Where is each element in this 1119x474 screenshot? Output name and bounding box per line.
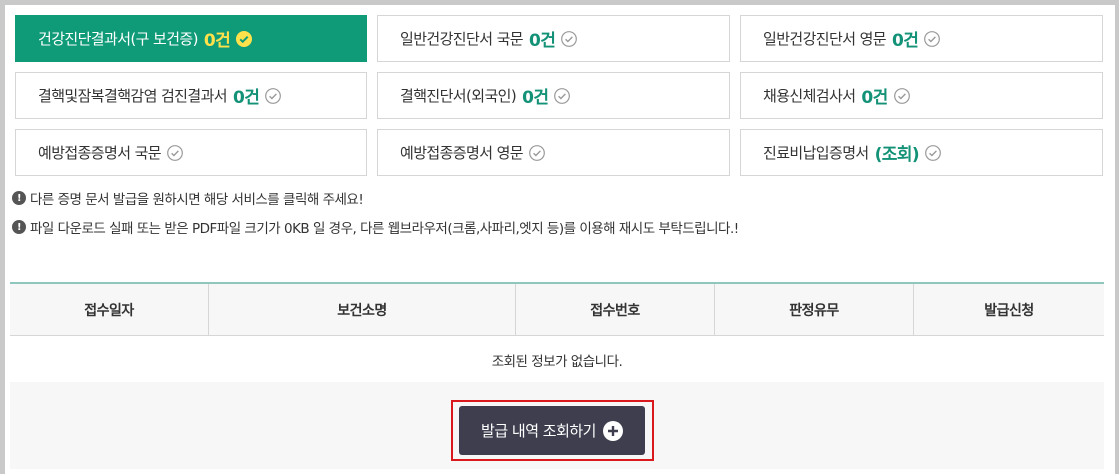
tile-count: (조회) (874, 145, 920, 165)
notice-text: 파일 다운로드 실패 또는 받은 PDF파일 크기가 0KB 일 경우, 다른 … (30, 221, 739, 237)
tile-label: 결핵및잠복결핵감염 검진결과서 (38, 87, 228, 105)
notice-other-documents: ! 다른 증명 문서 발급을 원하시면 해당 서비스를 클릭해 주세요! (12, 188, 364, 208)
check-icon (924, 30, 941, 47)
empty-message: 조회된 정보가 없습니다. (10, 335, 1104, 385)
tile-count: 0건 (232, 88, 260, 108)
check-icon (925, 144, 941, 161)
tile-vaccination-korean[interactable]: 예방접종증명서 국문 (15, 129, 367, 176)
button-label: 발급 내역 조회하기 (481, 422, 596, 440)
check-icon (236, 30, 253, 47)
tile-label: 예방접종증명서 영문 (400, 144, 524, 162)
tile-count: 0건 (522, 88, 549, 108)
table-header-row: 접수일자 보건소명 접수번호 판정유무 발급신청 (10, 282, 1104, 336)
column-header-center: 보건소명 (208, 282, 516, 336)
exclamation-icon: ! (12, 191, 26, 205)
tile-label: 건강진단결과서(구 보건증) (38, 30, 198, 48)
check-icon (893, 87, 910, 104)
tile-label: 진료비납입증명서 (763, 144, 869, 162)
tile-count: 0건 (203, 31, 231, 51)
tile-employment-exam[interactable]: 채용신체검사서 0건 (740, 72, 1103, 119)
notice-text: 다른 증명 문서 발급을 원하시면 해당 서비스를 클릭해 주세요! (30, 192, 364, 208)
table-row: 조회된 정보가 없습니다. (10, 335, 1104, 385)
check-icon (265, 87, 282, 104)
column-header-request: 발급신청 (913, 282, 1104, 336)
tile-label: 예방접종증명서 국문 (38, 144, 162, 162)
tile-health-result[interactable]: 건강진단결과서(구 보건증) 0건 (15, 15, 367, 62)
plus-circle-icon (602, 420, 623, 441)
tile-general-english[interactable]: 일반건강진단서 영문 0건 (740, 15, 1103, 62)
tile-vaccination-english[interactable]: 예방접종증명서 영문 (377, 129, 730, 176)
tile-tuberculosis-foreigner[interactable]: 결핵진단서(외국인) 0건 (377, 72, 730, 119)
tile-label: 일반건강진단서 국문 (400, 30, 524, 48)
column-header-judgment: 판정유무 (714, 282, 914, 336)
tile-label: 결핵진단서(외국인) (400, 87, 517, 105)
tile-medical-payment[interactable]: 진료비납입증명서 (조회) (740, 129, 1103, 176)
check-icon (167, 144, 183, 161)
tile-count: 0건 (891, 31, 919, 51)
column-header-date: 접수일자 (10, 282, 209, 336)
check-icon (561, 30, 578, 47)
tile-general-korean[interactable]: 일반건강진단서 국문 0건 (377, 15, 730, 62)
notice-download-failure: ! 파일 다운로드 실패 또는 받은 PDF파일 크기가 0KB 일 경우, 다… (12, 217, 739, 237)
lookup-history-button[interactable]: 발급 내역 조회하기 (459, 406, 645, 455)
exclamation-icon: ! (12, 220, 26, 234)
issuance-table: 접수일자 보건소명 접수번호 판정유무 발급신청 조회된 정보가 없습니다. (10, 282, 1104, 385)
tile-tuberculosis-result[interactable]: 결핵및잠복결핵감염 검진결과서 0건 (15, 72, 367, 119)
tile-label: 일반건강진단서 영문 (763, 30, 887, 48)
column-header-number: 접수번호 (515, 282, 715, 336)
tile-count: 0건 (861, 88, 888, 108)
check-icon (529, 144, 545, 161)
tile-count: 0건 (528, 31, 556, 51)
tile-label: 채용신체검사서 (763, 87, 856, 105)
check-icon (554, 87, 571, 104)
